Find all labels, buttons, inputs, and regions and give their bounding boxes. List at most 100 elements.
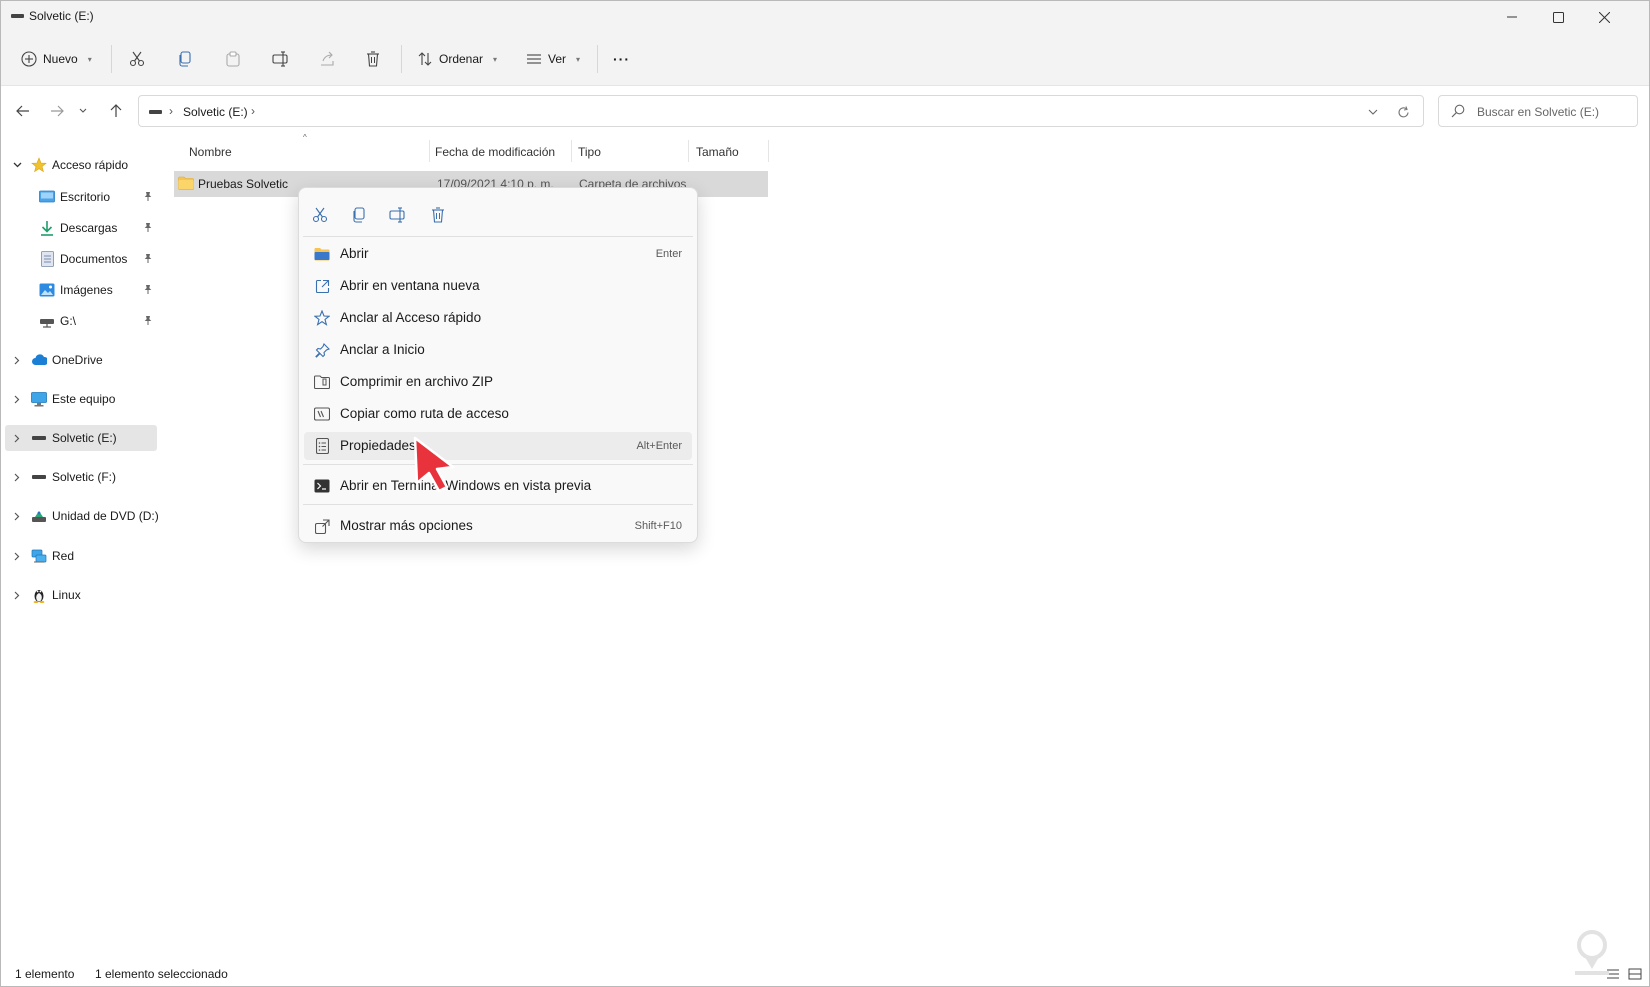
sidebar-item-solvetic-f[interactable]: Solvetic (F:): [5, 464, 157, 490]
menu-item-label: Abrir en ventana nueva: [340, 278, 480, 293]
chevron-right-icon[interactable]: [11, 431, 23, 445]
column-header-name[interactable]: Nombre: [189, 137, 429, 167]
more-options-icon: [314, 518, 330, 534]
sidebar-item-linux[interactable]: Linux: [5, 582, 157, 608]
maximize-button[interactable]: [1535, 1, 1581, 33]
desktop-icon: [39, 189, 55, 205]
breadcrumb-solvetic-e[interactable]: Solvetic (E:): [183, 105, 248, 119]
up-button[interactable]: [102, 96, 130, 126]
breadcrumb-separator[interactable]: ›: [251, 104, 255, 118]
context-copy-button[interactable]: [344, 200, 374, 230]
forward-button[interactable]: [43, 96, 71, 126]
view-button[interactable]: Ver ▾: [526, 43, 580, 75]
column-header-size[interactable]: Tamaño: [696, 137, 766, 167]
column-divider[interactable]: [768, 140, 769, 162]
pin-icon: [314, 342, 330, 358]
context-delete-button[interactable]: [423, 200, 453, 230]
back-button[interactable]: [9, 96, 37, 126]
divider: [111, 45, 112, 73]
search-input[interactable]: Buscar en Solvetic (E:): [1477, 105, 1599, 119]
menu-item-copiar-ruta[interactable]: Copiar como ruta de acceso: [304, 400, 692, 428]
recent-locations-button[interactable]: [73, 96, 93, 126]
sidebar-item-label: Solvetic (F:): [52, 470, 117, 484]
paste-button[interactable]: [225, 43, 241, 75]
chevron-right-icon[interactable]: [11, 549, 23, 563]
chevron-right-icon[interactable]: [11, 509, 23, 523]
address-bar[interactable]: › Solvetic (E:) ›: [138, 95, 1424, 127]
copy-icon: [353, 207, 365, 223]
star-outline-icon: [314, 310, 330, 326]
menu-item-anclar-inicio[interactable]: Anclar a Inicio: [304, 336, 692, 364]
sidebar-item-descargas[interactable]: Descargas: [5, 215, 157, 241]
close-button[interactable]: [1581, 1, 1627, 33]
solvetic-logo-watermark: [1575, 930, 1609, 975]
search-box[interactable]: Buscar en Solvetic (E:): [1438, 95, 1638, 127]
pin-icon: [144, 316, 152, 325]
sidebar-item-solvetic-e[interactable]: Solvetic (E:): [5, 425, 157, 451]
menu-item-abrir-ventana-nueva[interactable]: Abrir en ventana nueva: [304, 272, 692, 300]
sidebar-item-dvd-d[interactable]: Unidad de DVD (D:): [5, 503, 159, 529]
menu-item-abrir-terminal[interactable]: Abrir en Terminal Windows en vista previ…: [304, 472, 692, 500]
chevron-down-icon: ▾: [493, 54, 498, 64]
menu-item-propiedades[interactable]: Propiedades Alt+Enter: [304, 432, 692, 460]
chevron-down-icon[interactable]: [11, 158, 23, 172]
sidebar-item-g-drive[interactable]: G:\: [5, 308, 157, 334]
sidebar-item-escritorio[interactable]: Escritorio: [5, 184, 157, 210]
column-divider[interactable]: [571, 140, 572, 162]
sort-button[interactable]: Ordenar ▾: [417, 43, 497, 75]
context-cut-button[interactable]: [305, 200, 335, 230]
chevron-right-icon[interactable]: [11, 353, 23, 367]
menu-item-abrir[interactable]: Abrir Enter: [304, 240, 692, 268]
menu-item-mostrar-mas-opciones[interactable]: Mostrar más opciones Shift+F10: [304, 512, 692, 540]
sidebar-item-label: OneDrive: [52, 353, 103, 367]
file-name: Pruebas Solvetic: [198, 177, 289, 191]
sidebar-item-imagenes[interactable]: Imágenes: [5, 277, 157, 303]
linux-icon: [31, 587, 47, 603]
menu-item-shortcut: Alt+Enter: [636, 440, 682, 452]
chevron-right-icon[interactable]: [11, 470, 23, 484]
sidebar-item-documentos[interactable]: Documentos: [5, 246, 157, 272]
star-icon: [31, 157, 47, 173]
more-options-icon: ···: [613, 51, 630, 67]
chevron-right-icon[interactable]: [11, 392, 23, 406]
view-label: Ver: [548, 52, 567, 66]
drive-icon: [31, 430, 47, 446]
dvd-icon: [31, 508, 47, 524]
menu-item-anclar-acceso-rapido[interactable]: Anclar al Acceso rápido: [304, 304, 692, 332]
close-icon: [1598, 11, 1610, 23]
new-button[interactable]: Nuevo ▾: [21, 43, 92, 75]
window-title: Solvetic (E:): [29, 9, 94, 23]
delete-button[interactable]: [365, 43, 381, 75]
column-header-type[interactable]: Tipo: [578, 137, 688, 167]
chevron-right-icon[interactable]: [11, 588, 23, 602]
menu-item-comprimir-zip[interactable]: Comprimir en archivo ZIP: [304, 368, 692, 396]
cut-button[interactable]: [129, 43, 145, 75]
minimize-button[interactable]: [1489, 1, 1535, 33]
download-icon: [39, 220, 55, 236]
sidebar-item-este-equipo[interactable]: Este equipo: [5, 386, 157, 412]
sidebar-item-onedrive[interactable]: OneDrive: [5, 347, 157, 373]
arrow-up-icon: [110, 104, 122, 117]
rename-icon: [389, 207, 405, 223]
column-divider[interactable]: [688, 140, 689, 162]
rename-icon: [272, 51, 288, 67]
address-dropdown-button[interactable]: [1361, 102, 1385, 122]
sidebar-item-acceso-rapido[interactable]: Acceso rápido: [5, 152, 157, 178]
zip-folder-icon: [314, 374, 330, 390]
menu-divider: [303, 236, 693, 237]
share-button[interactable]: [319, 43, 335, 75]
rename-button[interactable]: [272, 43, 290, 75]
column-divider[interactable]: [429, 140, 430, 162]
tiles-view-button[interactable]: [1625, 965, 1645, 983]
more-options-button[interactable]: ···: [613, 43, 630, 75]
refresh-button[interactable]: [1391, 102, 1415, 122]
folder-icon: [178, 176, 194, 190]
sidebar-item-label: Imágenes: [60, 283, 113, 297]
context-rename-button[interactable]: [383, 200, 413, 230]
maximize-icon: [1552, 11, 1564, 23]
file-explorer-window: Solvetic (E:) Nuevo ▾ Ordenar ▾ Ver ▾ ··…: [0, 0, 1650, 987]
search-icon: [1451, 104, 1465, 118]
column-header-date[interactable]: Fecha de modificación: [435, 137, 571, 167]
copy-button[interactable]: [177, 43, 193, 75]
sidebar-item-red[interactable]: Red: [5, 543, 157, 569]
